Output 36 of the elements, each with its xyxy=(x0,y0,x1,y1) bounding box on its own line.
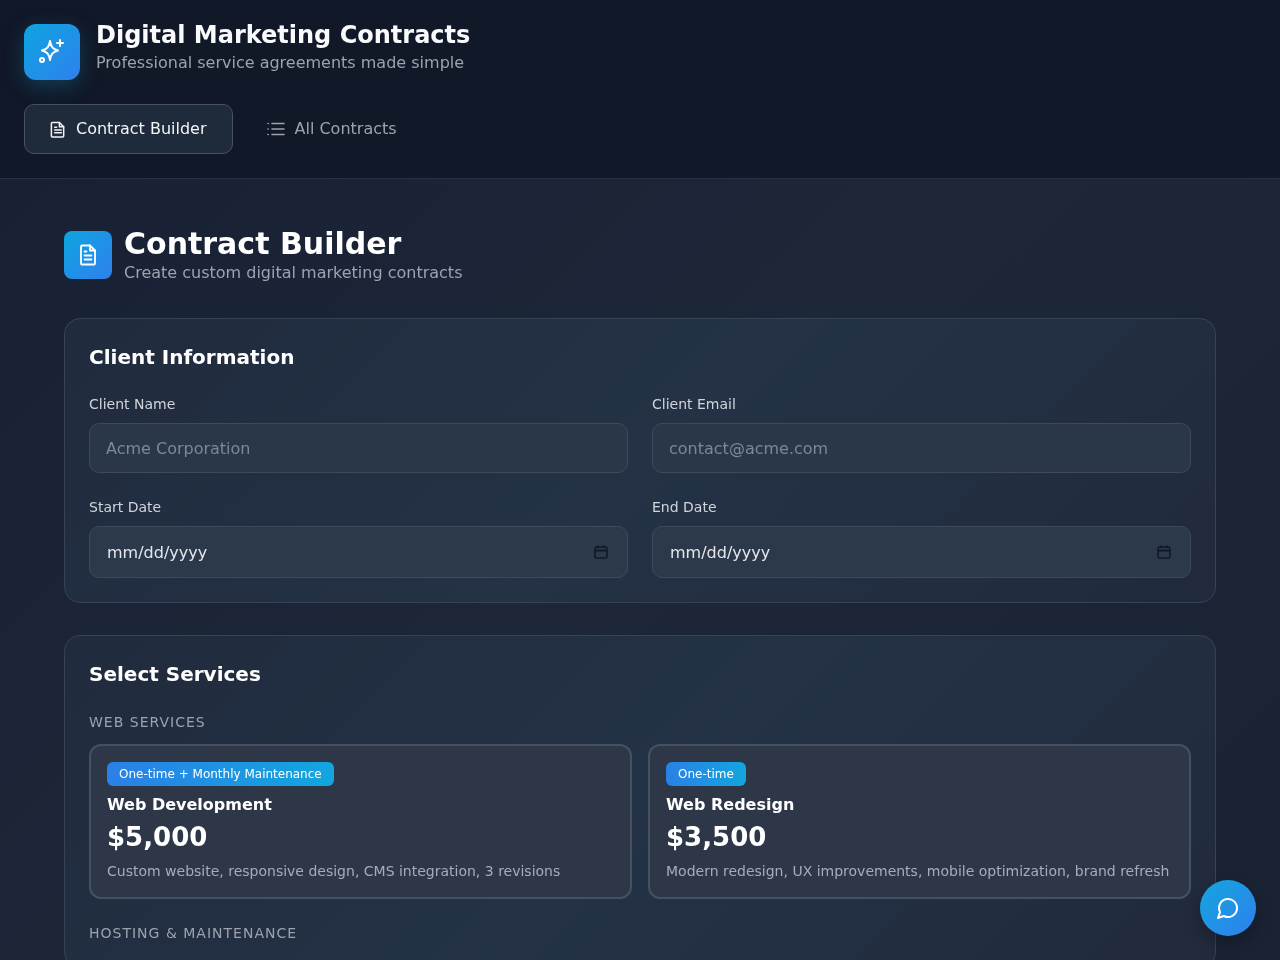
nav-tab[interactable]: Contract Builder xyxy=(24,104,233,154)
service-price: $3,500 xyxy=(666,821,767,853)
app-subtitle: Professional service agreements made simple xyxy=(96,52,466,74)
service-card[interactable]: One-time + Monthly Maintenance Web Development $5,000 Custom website, responsive design, CMS integration, 3 revisions xyxy=(89,744,632,899)
service-name: Web Development xyxy=(107,794,272,816)
nav-tab[interactable]: All Contracts xyxy=(240,104,423,154)
list-icon xyxy=(266,122,285,136)
field-label: End Date xyxy=(652,498,717,517)
calendar-icon[interactable] xyxy=(1157,545,1171,559)
pricing-badge: One-time xyxy=(666,762,746,786)
date-field[interactable]: mm/dd/yyyy xyxy=(89,526,628,578)
document-icon xyxy=(64,231,112,279)
chat-bubble-icon xyxy=(1216,896,1240,920)
chat-button[interactable] xyxy=(1200,880,1256,936)
field-label: Start Date xyxy=(89,498,162,517)
page-title: Contract Builder xyxy=(124,226,403,262)
group-heading: WEB SERVICES xyxy=(89,713,207,732)
group-heading: HOSTING & MAINTENANCE xyxy=(89,924,299,943)
page-subtitle: Create custom digital marketing contracts xyxy=(124,262,463,284)
field-label: Client Name xyxy=(89,395,176,414)
input-field[interactable]: Acme Corporation xyxy=(89,423,628,473)
pricing-badge: One-time + Monthly Maintenance xyxy=(107,762,334,786)
field-label: Client Email xyxy=(652,395,736,414)
app-title: Digital Marketing Contracts xyxy=(96,20,471,50)
service-price: $5,000 xyxy=(107,821,208,853)
date-field[interactable]: mm/dd/yyyy xyxy=(652,526,1191,578)
document-icon xyxy=(50,120,66,138)
service-description: Modern redesign, UX improvements, mobile optimization, brand refresh xyxy=(666,862,1170,881)
service-name: Web Redesign xyxy=(666,794,795,816)
service-description: Custom website, responsive design, CMS integration, 3 revisions xyxy=(107,862,561,881)
input-field[interactable]: contact@acme.com xyxy=(652,423,1191,473)
calendar-icon[interactable] xyxy=(594,545,608,559)
section-title: Select Services xyxy=(89,661,262,688)
sparkle-logo-icon xyxy=(24,24,80,80)
section-title: Client Information xyxy=(89,344,296,371)
service-card[interactable]: One-time Web Redesign $3,500 Modern redesign, UX improvements, mobile optimization, brand refresh xyxy=(648,744,1191,899)
